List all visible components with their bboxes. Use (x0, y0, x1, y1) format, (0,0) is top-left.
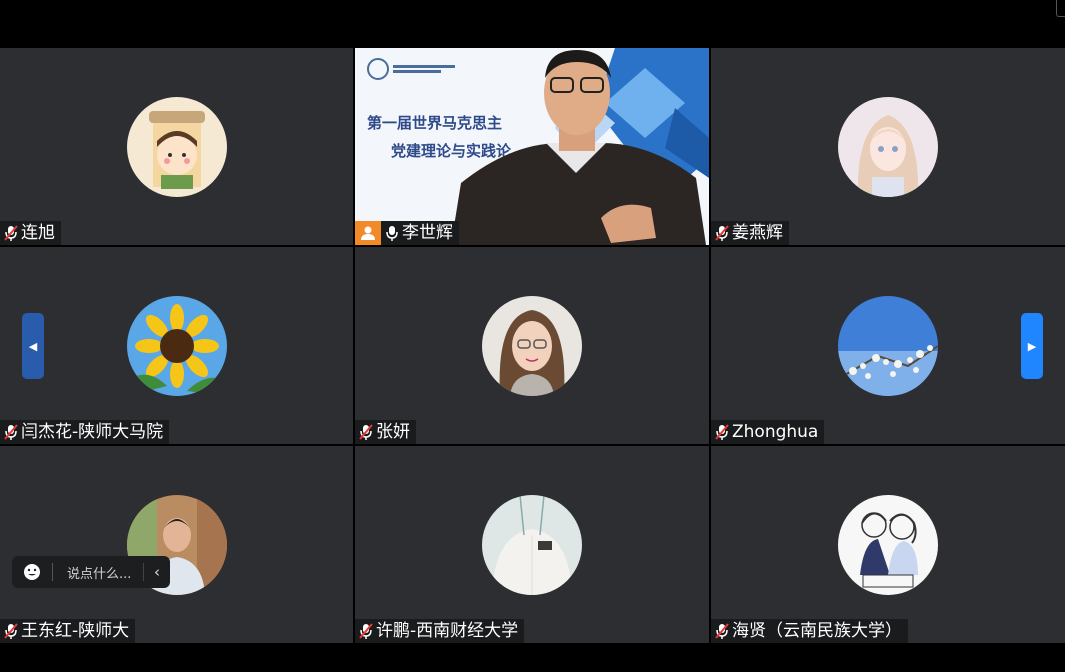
mic-muted-icon (2, 423, 20, 441)
participant-name: 闫杰花-陕师大马院 (21, 422, 164, 442)
mic-muted-icon (357, 622, 375, 640)
nameplate: 海贤（云南民族大学） (711, 619, 908, 643)
nameplate: 王东红-陕师大 (0, 619, 136, 643)
participant-tile[interactable]: 闫杰花-陕师大马院 (0, 247, 353, 444)
mic-muted-icon (2, 622, 20, 640)
participant-tile[interactable]: 姜燕辉 (711, 48, 1065, 245)
chevron-right-icon: ▶ (1027, 339, 1037, 353)
chevron-left-icon: ◀ (28, 339, 38, 353)
sketch-couple-avatar (838, 494, 938, 595)
participant-name: Zhonghua (732, 422, 819, 442)
participant-tile[interactable]: 张妍 (355, 247, 709, 444)
participant-name: 张妍 (376, 422, 410, 442)
participant-name: 姜燕辉 (732, 223, 783, 243)
next-page-button[interactable]: ▶ (1021, 313, 1043, 379)
nameplate: 连旭 (0, 221, 61, 245)
blossom-sky-avatar (838, 295, 938, 396)
white-shirt-avatar (482, 494, 582, 595)
previous-page-button[interactable]: ◀ (22, 313, 44, 379)
nameplate: 许鹏-西南财经大学 (355, 619, 525, 643)
chat-input[interactable]: 说点什么... (67, 563, 143, 582)
participant-tile[interactable]: Zhonghua (711, 247, 1065, 444)
mic-muted-icon (713, 423, 731, 441)
host-icon (355, 221, 381, 245)
participant-tile[interactable]: 连旭 (0, 48, 353, 245)
mic-muted-icon (713, 224, 731, 242)
bottom-bar (0, 645, 1065, 672)
university-logo (367, 58, 455, 80)
nameplate: 李世辉 (355, 221, 459, 245)
nameplate: 闫杰花-陕师大马院 (0, 420, 170, 444)
presenter-video: 第一届世界马克思主 党建理论与实践论 (355, 48, 709, 245)
top-bar (0, 0, 1065, 48)
mic-muted-icon (2, 224, 20, 242)
woman-glasses-avatar (482, 295, 582, 396)
presenter-person (451, 50, 706, 245)
presenter-video-tile[interactable]: 第一届世界马克思主 党建理论与实践论 李世辉 (355, 48, 709, 245)
participant-name: 海贤（云南民族大学） (732, 621, 902, 641)
nameplate: Zhonghua (711, 420, 825, 444)
participant-name: 许鹏-西南财经大学 (376, 621, 519, 641)
chevron-left-icon[interactable]: ‹ (143, 563, 170, 581)
nameplate: 姜燕辉 (711, 221, 789, 245)
chat-input-bar[interactable]: 说点什么... ‹ (12, 556, 170, 588)
divider (52, 563, 53, 581)
sunflower-avatar (126, 295, 227, 396)
cartoon-girl-cup-avatar (126, 96, 227, 197)
participant-tile[interactable]: 许鹏-西南财经大学 (355, 446, 709, 643)
participant-name: 李世辉 (402, 223, 453, 243)
emoji-icon[interactable] (12, 563, 52, 581)
nameplate: 张妍 (355, 420, 416, 444)
mic-icon (383, 224, 401, 242)
participant-name: 王东红-陕师大 (21, 621, 130, 641)
participant-tile[interactable]: 海贤（云南民族大学） (711, 446, 1065, 643)
mic-muted-icon (357, 423, 375, 441)
participant-tile[interactable]: 王东红-陕师大 (0, 446, 353, 643)
anime-girl-avatar (838, 96, 938, 197)
mic-muted-icon (713, 622, 731, 640)
window-corner (1056, 0, 1065, 17)
participant-name: 连旭 (21, 223, 55, 243)
